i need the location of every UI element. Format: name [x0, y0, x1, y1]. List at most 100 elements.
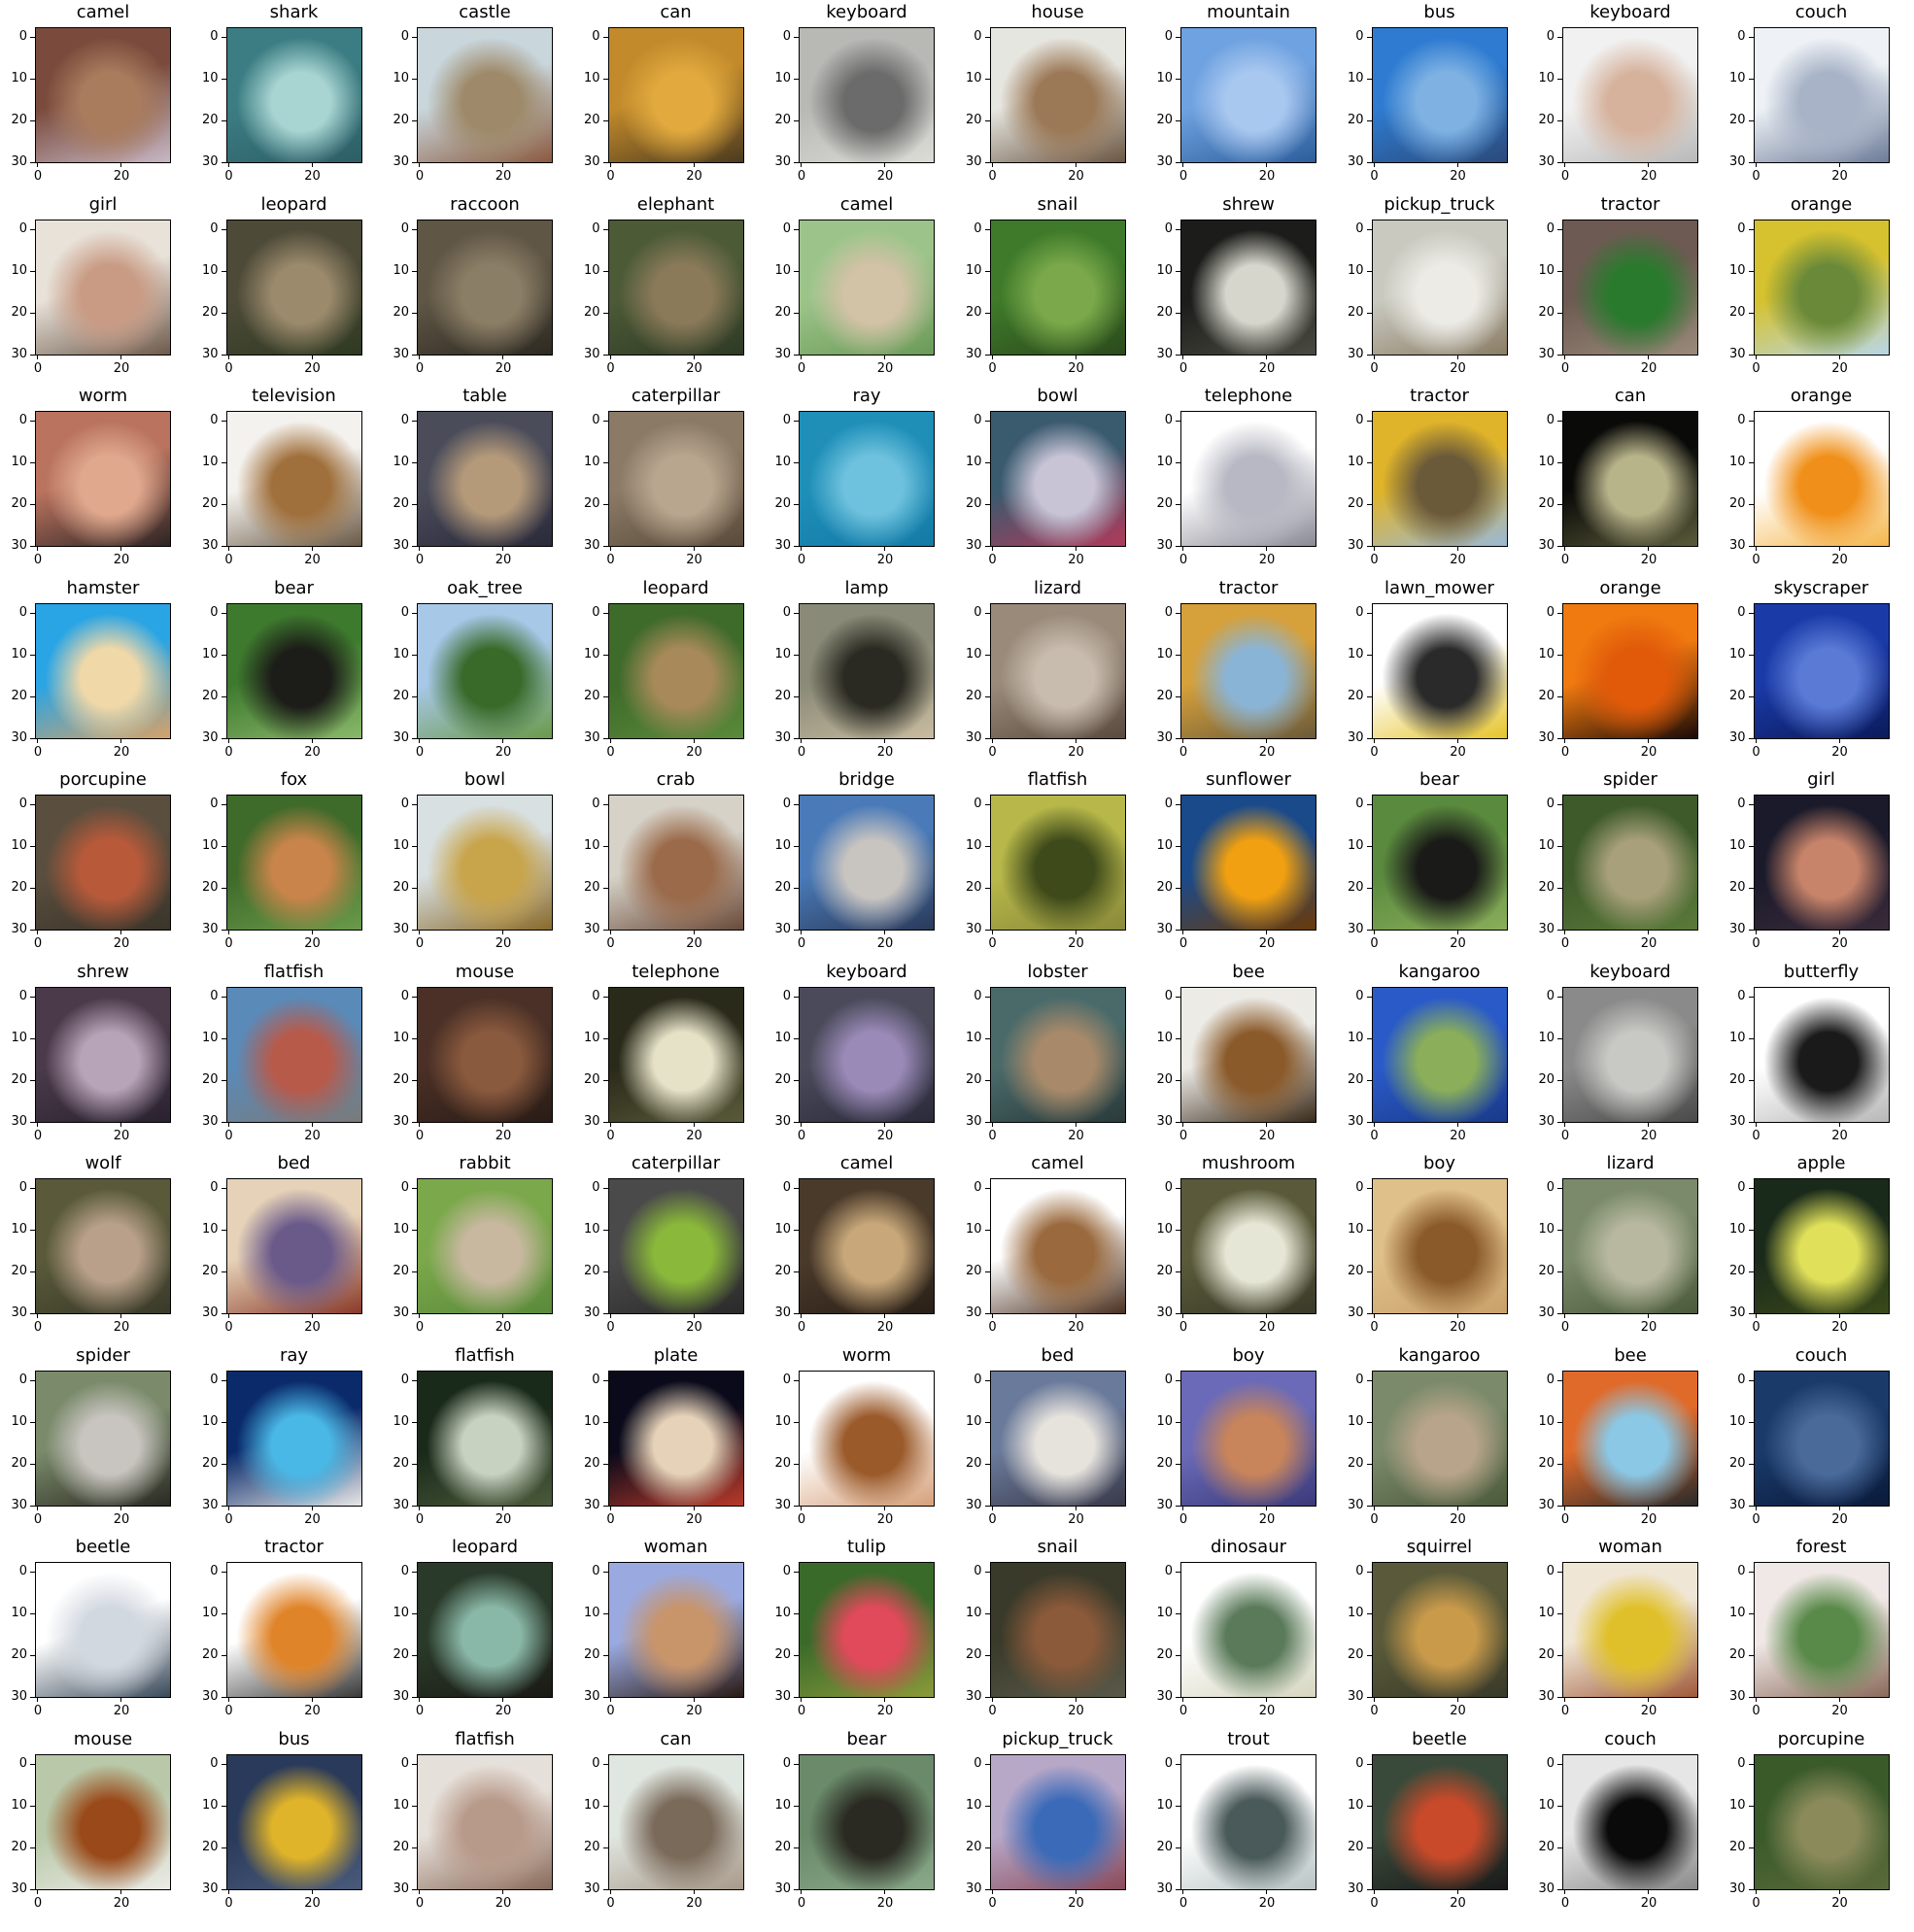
- x-tick-label: 0: [23, 162, 52, 184]
- image-label: kangaroo: [1398, 961, 1481, 982]
- y-tick-label: 30: [769, 1689, 799, 1704]
- y-tick-label: 30: [769, 1881, 799, 1896]
- y-tick-label: 30: [1343, 1305, 1372, 1320]
- y-tick-label: 30: [6, 922, 35, 936]
- y-tick-label: 30: [579, 538, 608, 553]
- x-tick-label: 0: [405, 1505, 434, 1527]
- thumbnail-image: [607, 219, 744, 356]
- image-label: shark: [269, 2, 319, 22]
- thumbnail-image: [989, 219, 1126, 356]
- y-tick-label: 0: [1151, 1756, 1180, 1771]
- x-tick-label: 20: [489, 354, 518, 376]
- x-tick-label: 20: [1444, 1121, 1473, 1143]
- image-label: boy: [1422, 1153, 1456, 1173]
- y-tick-label: 10: [388, 838, 417, 853]
- y-tick-label: 10: [1151, 838, 1180, 853]
- x-tick-label: 20: [1634, 354, 1663, 376]
- x-tick-label: 20: [871, 354, 900, 376]
- y-tick-label: 20: [769, 1456, 799, 1471]
- grid-cell: mushroom 0 10 20 30 0 20: [1156, 1151, 1316, 1335]
- thumbnail-image: [1753, 219, 1890, 356]
- y-tick-label: 20: [1343, 1647, 1372, 1662]
- thumbnail-image: [799, 795, 935, 931]
- y-tick-label: 30: [579, 1689, 608, 1704]
- y-tick-label: 10: [197, 838, 226, 853]
- y-tick-label: 10: [961, 71, 990, 85]
- thumbnail-image: [1562, 1753, 1698, 1890]
- x-tick-label: 20: [1062, 354, 1091, 376]
- x-tick-label: 20: [1252, 162, 1282, 184]
- y-tick-label: 0: [769, 413, 799, 427]
- x-tick-label: 20: [1062, 1505, 1091, 1527]
- thumbnail-image: [35, 602, 171, 739]
- y-tick-label: 20: [197, 1456, 226, 1471]
- y-tick-label: 20: [1533, 1840, 1562, 1854]
- x-tick-label: 20: [1252, 1505, 1282, 1527]
- x-tick-label: 0: [23, 354, 52, 376]
- y-tick-label: 20: [1533, 1647, 1562, 1662]
- x-tick-label: 20: [298, 1888, 327, 1911]
- y-tick-label: 10: [769, 1031, 799, 1045]
- y-tick-label: 30: [961, 1498, 990, 1512]
- thumbnail-image: [1371, 1753, 1508, 1890]
- image-label: dinosaur: [1210, 1537, 1287, 1557]
- x-tick-label: 0: [1551, 930, 1580, 951]
- y-tick-label: 10: [1533, 647, 1562, 661]
- y-tick-label: 0: [6, 605, 35, 620]
- x-tick-label: 0: [978, 1888, 1008, 1911]
- grid-cell: kangaroo 0 10 20 30 0 20: [1348, 960, 1508, 1143]
- y-tick-label: 20: [961, 1840, 990, 1854]
- x-tick-label: 20: [1252, 1313, 1282, 1335]
- y-tick-label: 10: [6, 1414, 35, 1429]
- thumbnail-image: [989, 1753, 1126, 1890]
- y-tick-label: 30: [961, 1689, 990, 1704]
- y-tick-label: 10: [1343, 1031, 1372, 1045]
- x-tick-label: 0: [1742, 162, 1771, 184]
- y-tick-label: 30: [388, 154, 417, 169]
- y-tick-label: 0: [1151, 29, 1180, 44]
- thumbnail-image: [35, 219, 171, 356]
- y-tick-label: 20: [769, 1072, 799, 1087]
- y-tick-label: 0: [1343, 1180, 1372, 1195]
- x-tick-label: 0: [597, 1505, 626, 1527]
- y-tick-label: 30: [197, 1689, 226, 1704]
- y-tick-label: 10: [1533, 838, 1562, 853]
- y-tick-label: 0: [769, 1180, 799, 1195]
- thumbnail-image: [607, 27, 744, 163]
- thumbnail-image: [1180, 795, 1316, 931]
- image-label: pickup_truck: [1002, 1728, 1113, 1749]
- x-tick-label: 0: [23, 1505, 52, 1527]
- y-tick-label: 0: [1151, 1180, 1180, 1195]
- y-tick-label: 20: [961, 305, 990, 320]
- y-tick-label: 20: [6, 880, 35, 895]
- y-tick-label: 30: [6, 1498, 35, 1512]
- y-tick-label: 10: [1533, 263, 1562, 278]
- y-tick-label: 0: [961, 1180, 990, 1195]
- y-tick-label: 0: [1151, 221, 1180, 236]
- y-tick-label: 10: [579, 263, 608, 278]
- y-tick-label: 20: [6, 1456, 35, 1471]
- thumbnail-image: [1371, 795, 1508, 931]
- y-tick-label: 20: [1533, 1456, 1562, 1471]
- y-tick-label: 0: [1151, 1564, 1180, 1578]
- y-tick-label: 30: [388, 538, 417, 553]
- y-tick-label: 10: [197, 71, 226, 85]
- grid-cell: bear 0 10 20 30 0 20: [1348, 767, 1508, 951]
- y-tick-label: 20: [197, 1264, 226, 1278]
- thumbnail-image: [35, 1178, 171, 1314]
- y-tick-label: 10: [388, 647, 417, 661]
- thumbnail-image: [1180, 1562, 1316, 1698]
- grid-cell: castle 0 10 20 30 0 20: [393, 0, 553, 184]
- thumbnail-image: [1180, 27, 1316, 163]
- y-tick-label: 30: [579, 1498, 608, 1512]
- y-tick-label: 0: [1151, 797, 1180, 811]
- y-tick-label: 30: [1725, 1305, 1754, 1320]
- x-tick-label: 20: [1062, 930, 1091, 951]
- y-tick-label: 30: [1725, 538, 1754, 553]
- y-tick-label: 10: [1343, 455, 1372, 469]
- y-tick-label: 0: [1725, 797, 1754, 811]
- image-label: leopard: [260, 193, 327, 215]
- grid-cell: leopard 0 10 20 30 0 20: [584, 576, 744, 760]
- y-tick-label: 10: [579, 1798, 608, 1813]
- y-tick-label: 20: [197, 1072, 226, 1087]
